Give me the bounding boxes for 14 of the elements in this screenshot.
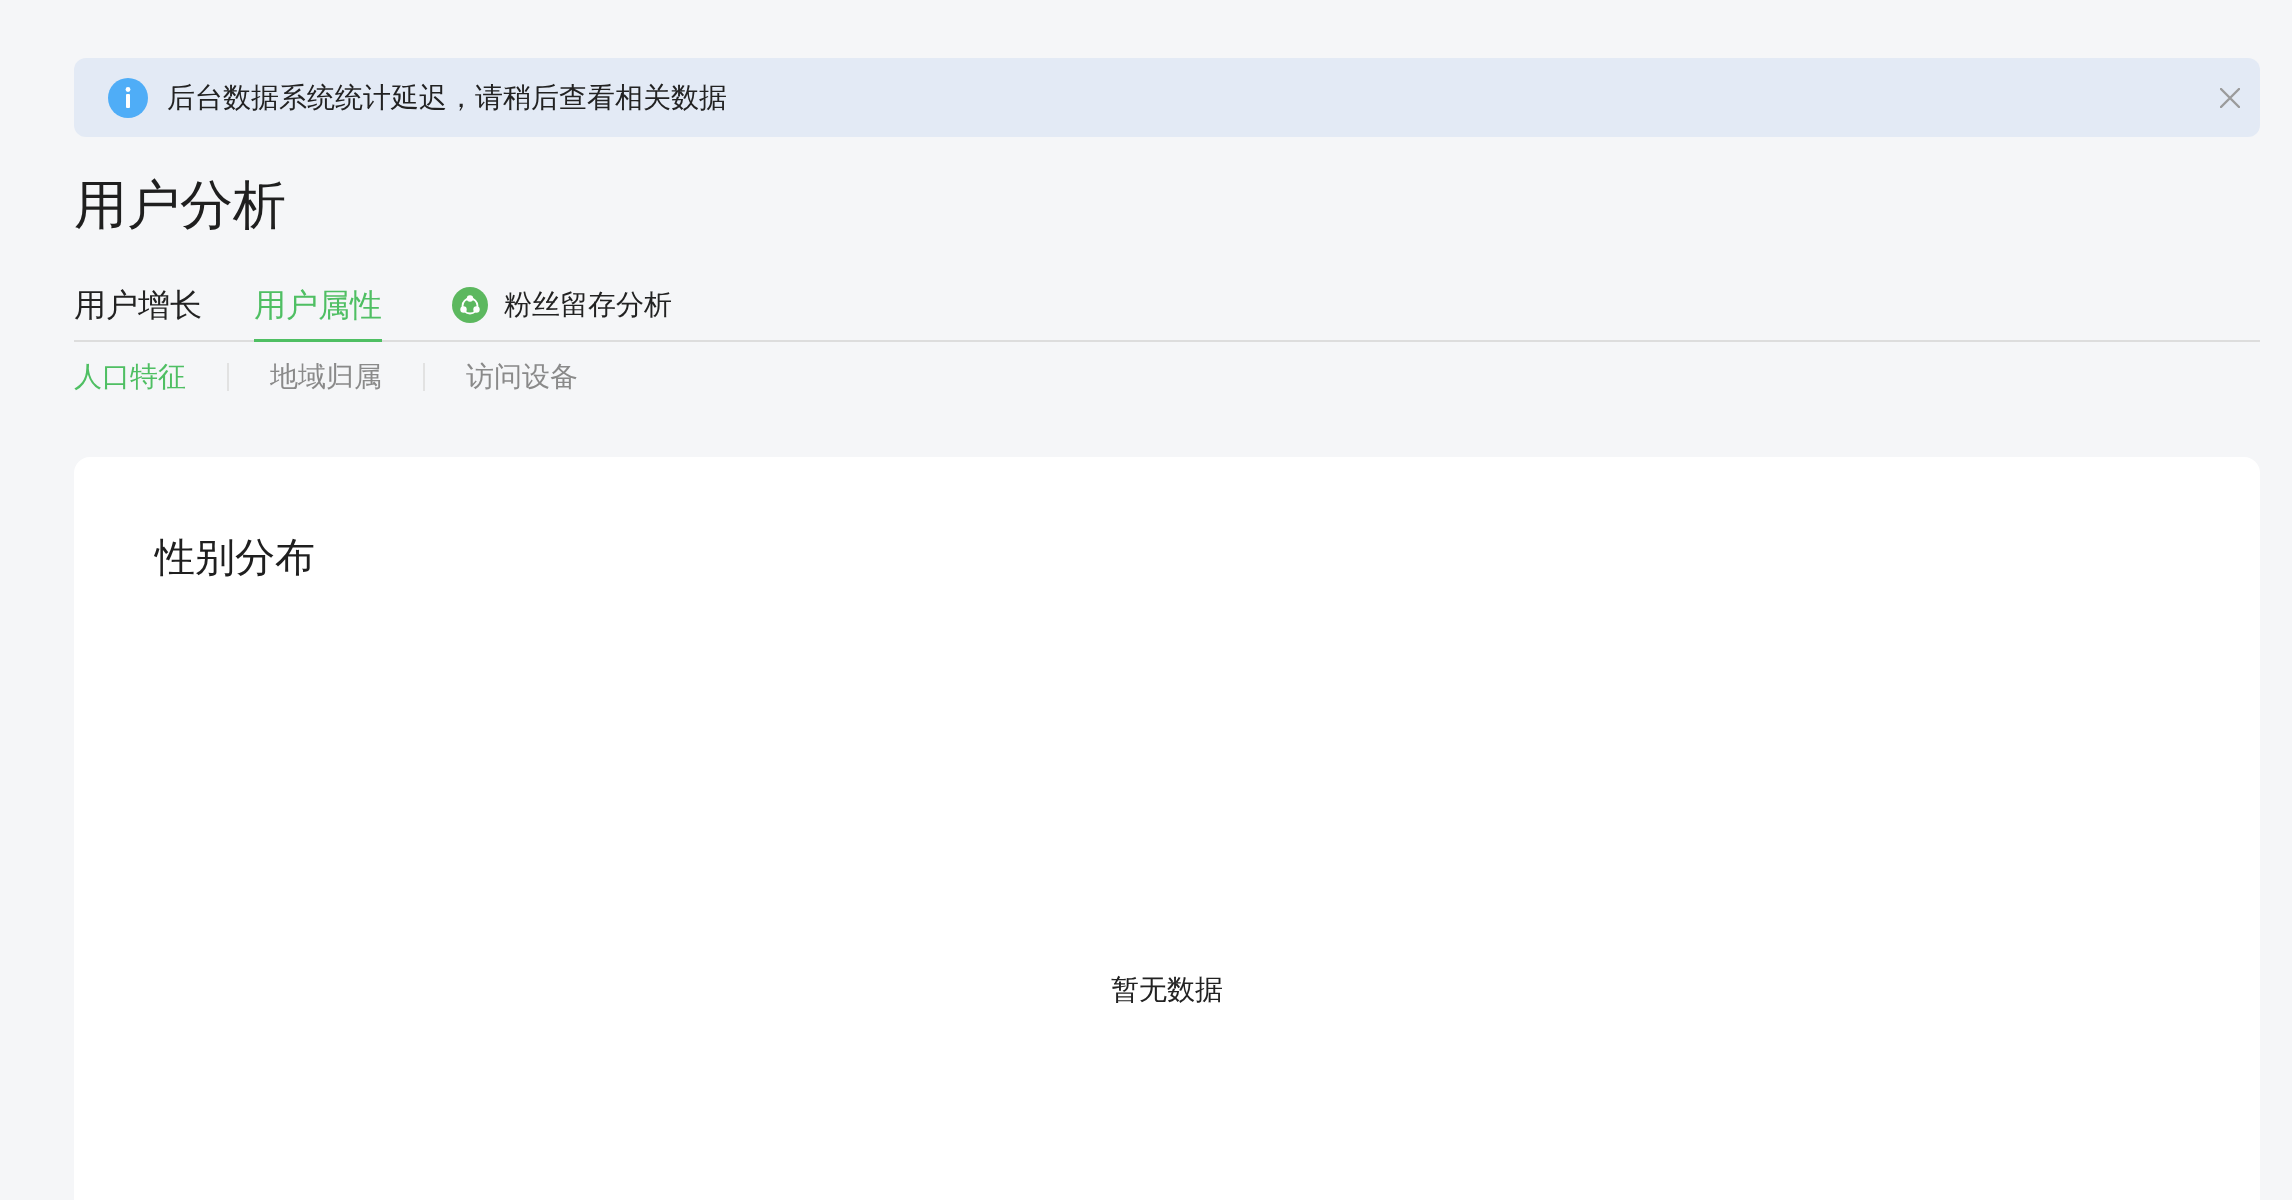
close-icon: [2220, 87, 2240, 108]
tab[interactable]: 用户属性: [254, 287, 382, 342]
info-icon: [108, 77, 148, 118]
linked-dots-icon: [452, 287, 488, 323]
tab[interactable]: 粉丝留存分析: [452, 287, 672, 342]
empty-state-text: 暂无数据: [1111, 976, 1223, 1004]
page-title: 用户分析: [74, 178, 286, 231]
sub-tab[interactable]: 地域归属: [270, 363, 382, 391]
notice-text: 后台数据系统统计延迟，请稍后查看相关数据: [167, 83, 727, 112]
tab[interactable]: 用户增长: [74, 287, 202, 342]
card-title: 性别分布: [155, 537, 315, 577]
sub-tab[interactable]: 访问设备: [466, 363, 578, 391]
close-button[interactable]: [2220, 87, 2240, 108]
sub-tab[interactable]: 人口特征: [74, 363, 186, 391]
